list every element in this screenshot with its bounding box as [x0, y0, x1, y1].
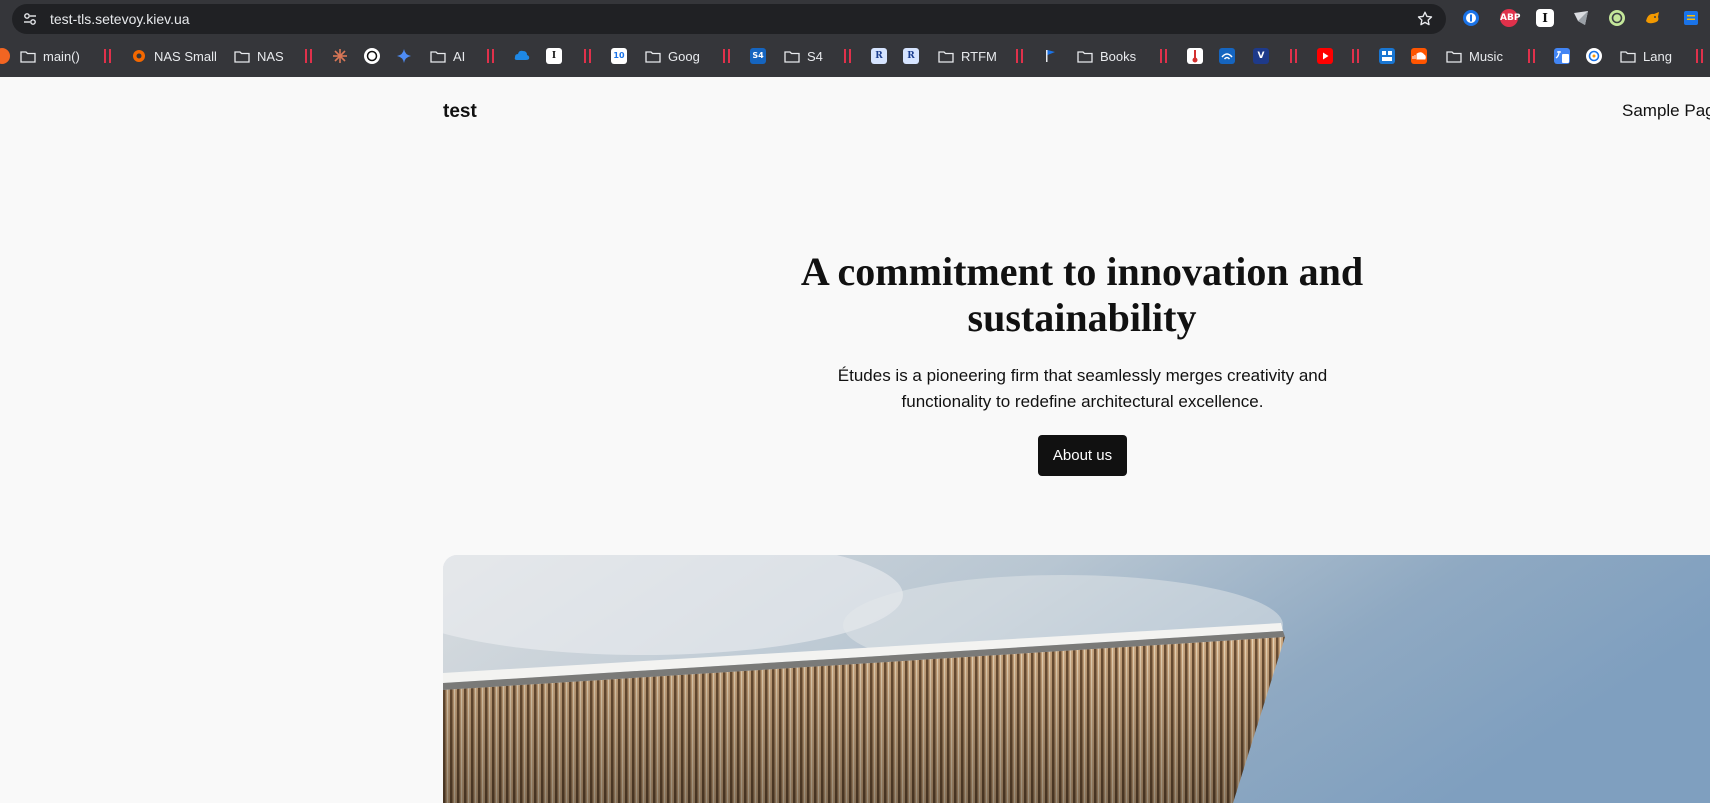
separator-bookmark[interactable] — [584, 49, 592, 63]
bookmark-nas-small[interactable]: NAS Small — [131, 44, 217, 68]
adblock-plus-icon[interactable]: ABP — [1500, 9, 1520, 27]
gemini-bookmark-icon[interactable] — [396, 48, 412, 64]
s4-bookmark-icon[interactable]: S4 — [750, 48, 766, 64]
browser-chrome: test-tls.setevoy.kiev.ua ABP I main() NA… — [0, 0, 1710, 77]
bookmark-folder-rtfm[interactable]: RTFM — [938, 44, 997, 68]
folder-icon — [20, 50, 36, 63]
separator-bookmark[interactable] — [1696, 49, 1704, 63]
grafana-icon — [133, 50, 145, 62]
sync-bookmark-icon[interactable] — [1586, 48, 1602, 64]
folder-icon — [1620, 50, 1636, 63]
fox-icon[interactable] — [1644, 9, 1662, 27]
claude-bookmark-icon[interactable] — [332, 48, 348, 64]
instapaper-bookmark-icon[interactable]: I — [546, 48, 562, 64]
folder-icon — [430, 50, 446, 63]
bookmark-folder-music[interactable]: Music — [1446, 44, 1503, 68]
bookmark-folder-main[interactable]: main() — [20, 44, 80, 68]
bookmark-label: Books — [1100, 48, 1137, 64]
v-bookmark-icon[interactable]: V — [1253, 48, 1269, 64]
site-title[interactable]: test — [443, 101, 477, 123]
separator-bookmark[interactable] — [723, 49, 731, 63]
folder-icon — [645, 50, 661, 63]
notes-icon[interactable] — [1682, 9, 1700, 27]
nav-sample-page[interactable]: Sample Page — [1622, 101, 1710, 121]
chatgpt-bookmark-icon[interactable] — [364, 48, 380, 64]
url-text[interactable]: test-tls.setevoy.kiev.ua — [50, 11, 190, 27]
separator-bookmark[interactable] — [104, 49, 112, 63]
site-info-icon[interactable] — [22, 11, 38, 27]
bookmark-folder-ai[interactable]: AI — [430, 44, 465, 68]
bookmark-label: AI — [453, 48, 466, 64]
translate-bookmark-icon[interactable] — [1554, 48, 1570, 64]
firefox-bookmark-icon[interactable] — [0, 48, 10, 64]
instapaper-icon[interactable]: I — [1536, 9, 1554, 27]
bookmark-label: Goog — [668, 48, 700, 64]
building-photo — [443, 555, 1710, 803]
sheets-icon[interactable] — [1572, 9, 1590, 27]
thermometer-bookmark-icon[interactable] — [1187, 48, 1203, 64]
bookmark-folder-lang[interactable]: Lang — [1620, 44, 1672, 68]
calendar-bookmark-icon[interactable]: 10 — [611, 48, 627, 64]
bookmark-label: NAS — [257, 48, 284, 64]
separator-bookmark[interactable] — [305, 49, 313, 63]
hero-subtitle: Études is a pioneering firm that seamles… — [837, 366, 1328, 411]
folder-icon — [784, 50, 800, 63]
bookmark-folder-books[interactable]: Books — [1077, 44, 1136, 68]
hero-title: A commitment to innovation and sustainab… — [800, 249, 1364, 340]
hero-image — [443, 555, 1710, 803]
bookmark-label: NAS Small — [154, 48, 217, 64]
chatgpt-icon[interactable] — [1608, 9, 1626, 27]
r-bookmark-icon[interactable]: R — [871, 48, 887, 64]
news-bookmark-icon[interactable] — [1379, 48, 1395, 64]
bookmark-folder-goog[interactable]: Goog — [645, 44, 700, 68]
bookmark-label: RTFM — [961, 48, 997, 64]
separator-bookmark[interactable] — [1528, 49, 1536, 63]
wifi-bookmark-icon[interactable] — [1219, 48, 1235, 64]
address-bar[interactable]: test-tls.setevoy.kiev.ua — [12, 4, 1446, 34]
bookmark-star-icon[interactable] — [1416, 10, 1434, 28]
folder-icon — [938, 50, 954, 63]
separator-bookmark[interactable] — [1352, 49, 1360, 63]
separator-bookmark[interactable] — [844, 49, 852, 63]
bookmark-label: Lang — [1643, 48, 1672, 64]
r-bookmark-icon[interactable]: R — [903, 48, 919, 64]
folder-icon — [234, 50, 250, 63]
folder-icon — [1446, 50, 1462, 63]
separator-bookmark[interactable] — [1160, 49, 1168, 63]
separator-bookmark[interactable] — [1290, 49, 1298, 63]
bookmark-label: S4 — [807, 48, 823, 64]
soundcloud-bookmark-icon[interactable] — [1411, 48, 1427, 64]
flag-bookmark-icon[interactable] — [1043, 48, 1059, 64]
about-us-button[interactable]: About us — [1038, 435, 1127, 476]
1password-icon[interactable] — [1462, 9, 1480, 27]
bookmark-folder-nas[interactable]: NAS — [234, 44, 284, 68]
cloud-bookmark-icon[interactable] — [514, 48, 530, 64]
youtube-bookmark-icon[interactable] — [1317, 48, 1333, 64]
bookmarks-bar: main() NAS Small NAS AI I 10 Goog S4 S4 … — [0, 44, 1710, 68]
bookmark-label: Music — [1469, 48, 1503, 64]
bookmark-folder-s4[interactable]: S4 — [784, 44, 823, 68]
separator-bookmark[interactable] — [1016, 49, 1024, 63]
separator-bookmark[interactable] — [487, 49, 495, 63]
folder-icon — [1077, 50, 1093, 63]
bookmark-label: main() — [43, 48, 80, 64]
